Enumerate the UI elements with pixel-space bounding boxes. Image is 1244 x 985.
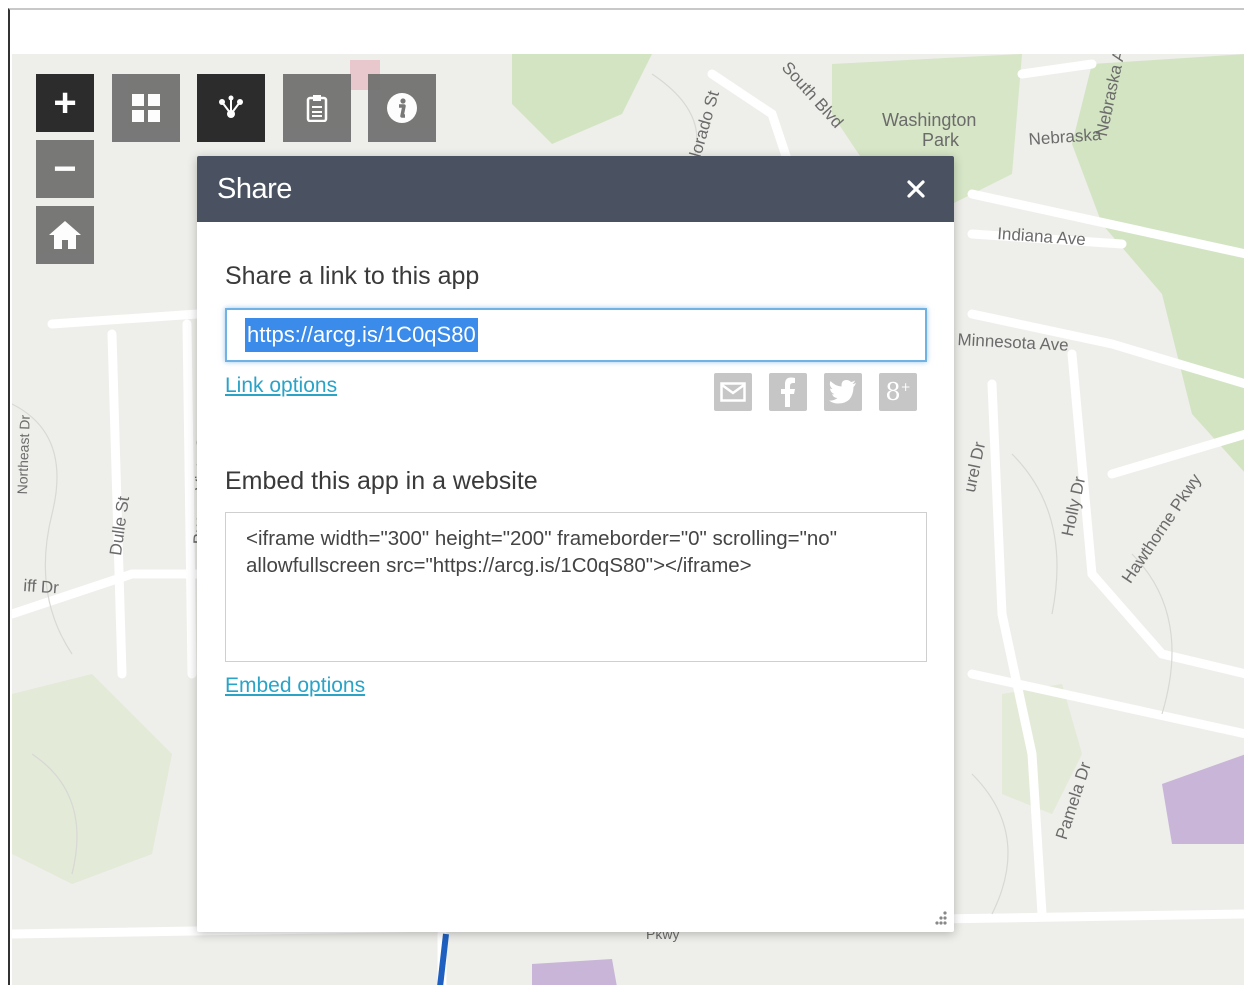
about-button[interactable] <box>368 74 436 142</box>
embed-heading: Embed this app in a website <box>225 467 538 495</box>
zoom-out-button[interactable]: − <box>36 140 94 198</box>
resize-grip-icon <box>935 911 947 925</box>
zoom-in-label: + <box>53 81 77 125</box>
close-icon <box>907 180 925 198</box>
google-plus-share-button[interactable]: 8+ <box>879 373 917 411</box>
email-icon <box>720 382 746 402</box>
embed-code-textarea[interactable]: <iframe width="300" height="200" framebo… <box>225 512 927 662</box>
dialog-title: Share <box>217 172 292 205</box>
share-icon <box>219 95 243 118</box>
legend-button[interactable] <box>283 74 351 142</box>
legend-icon <box>306 95 328 122</box>
email-share-button[interactable] <box>714 373 752 411</box>
info-icon <box>387 93 417 123</box>
dialog-header: Share <box>197 156 954 222</box>
close-button[interactable] <box>902 175 930 203</box>
map-label-iff-dr: iff Dr <box>22 576 60 598</box>
resize-handle[interactable] <box>932 910 948 926</box>
map-label-washington: Washington <box>882 110 977 130</box>
facebook-share-button[interactable] <box>769 373 807 411</box>
twitter-share-button[interactable] <box>824 373 862 411</box>
share-link-heading: Share a link to this app <box>225 262 480 290</box>
google-plus-icon: 8+ <box>885 378 911 406</box>
facebook-icon <box>781 377 795 407</box>
twitter-icon <box>829 380 856 404</box>
home-icon <box>49 221 81 249</box>
zoom-in-button[interactable]: + <box>36 74 94 132</box>
share-button[interactable] <box>197 74 265 142</box>
zoom-out-label: − <box>53 147 77 191</box>
map-label-northeast: Northeast Dr <box>14 414 33 495</box>
link-options-link[interactable]: Link options <box>225 374 337 398</box>
share-link-input[interactable]: https://arcg.is/1C0qS80 <box>225 308 927 362</box>
basemap-gallery-icon <box>132 94 160 122</box>
share-link-url: https://arcg.is/1C0qS80 <box>245 318 478 352</box>
home-button[interactable] <box>36 206 94 264</box>
basemap-gallery-button[interactable] <box>112 74 180 142</box>
map-label-park: Park <box>922 130 960 150</box>
share-dialog: Share Share a link to this app https://a… <box>197 156 954 932</box>
embed-options-link[interactable]: Embed options <box>225 674 365 698</box>
